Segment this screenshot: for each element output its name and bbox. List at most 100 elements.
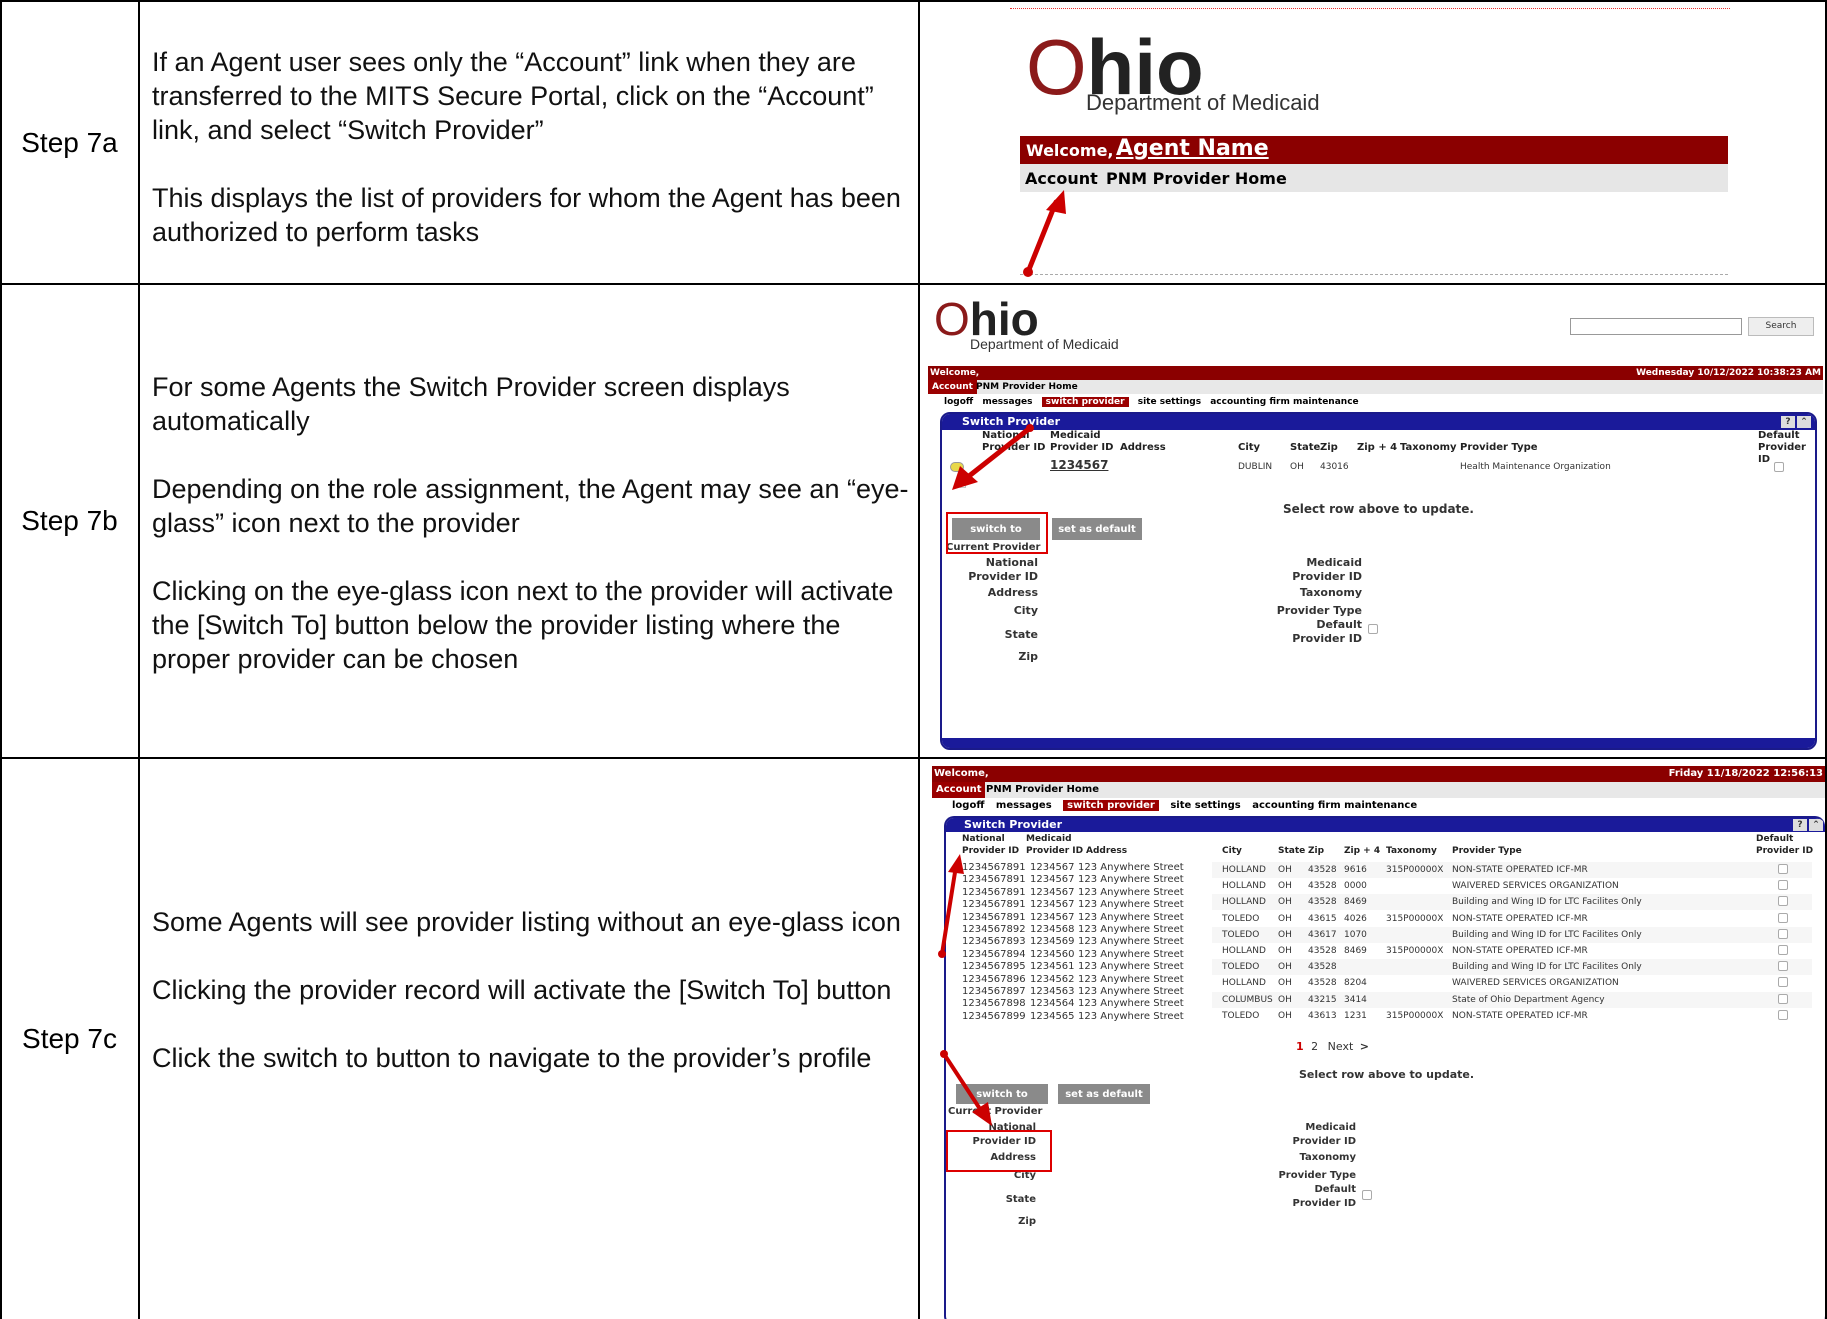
table-row[interactable]: TOLEDO OH 43528 Building and Wing ID for LT… [1212, 959, 1812, 976]
default-checkbox[interactable] [1778, 896, 1788, 907]
table-row[interactable]: TOLEDO OH 43613 1231 315P00000X NON-STATE OPE… [1212, 1007, 1812, 1024]
menu-messages[interactable]: messages [982, 397, 1032, 407]
help-icon[interactable]: ? [1793, 819, 1807, 831]
default-provider-checkbox[interactable] [1368, 624, 1378, 634]
table-row[interactable]: TOLEDO OH 43615 4026 315P00000X NON-STATE OPE… [1212, 910, 1812, 927]
welcome-text: Welcome, [930, 368, 980, 378]
table-row[interactable]: HOLLAND OH 43528 9616 315P00000X NON-STATE OP… [1212, 862, 1812, 878]
default-checkbox[interactable] [1778, 977, 1788, 988]
default-provider-checkbox[interactable] [1362, 1190, 1372, 1200]
table-border-middle [918, 0, 920, 1319]
table-row[interactable]: HOLLAND OH 43528 8469 315P00000X NON-STATE OP… [1212, 943, 1812, 959]
table-row[interactable]: HOLLAND OH 43528 8469 Building and Wing ID f… [1212, 894, 1812, 911]
left-listing-row[interactable]: 1234567899 1234565 123 Anywhere Street [960, 1011, 1212, 1023]
col-national: National Provider ID [962, 833, 1019, 857]
page-2-link[interactable]: 2 [1311, 1040, 1318, 1053]
left-listing-row[interactable]: 1234567895 1234561 123 Anywhere Street [960, 961, 1212, 973]
left-listing-row[interactable]: 1234567891 1234567 123 Anywhere Street [960, 887, 1212, 899]
label-address: Address [987, 586, 1038, 599]
cell-taxonomy: 315P00000X [1386, 913, 1444, 924]
table-row[interactable]: TOLEDO OH 43617 1070 Building and Wing ID fo… [1212, 926, 1812, 943]
cell-provider-type: NON-STATE OPERATED ICF-MR [1452, 913, 1588, 924]
cell-provider-type: WAIVERED SERVICES ORGANIZATION [1452, 881, 1619, 892]
default-checkbox[interactable] [1778, 880, 1788, 891]
account-link[interactable]: Account [932, 782, 986, 798]
pnm-provider-home-link[interactable]: PNM Provider Home [976, 380, 1078, 394]
set-as-default-button[interactable]: set as default [1052, 518, 1142, 540]
cell-city: DUBLIN [1238, 462, 1273, 472]
col-taxonomy: Taxonomy [1400, 442, 1457, 453]
table-row[interactable]: COLUMBUS OH 43215 3414 State of Ohio Departm… [1212, 991, 1812, 1008]
collapse-icon[interactable]: ⌃ [1809, 819, 1823, 831]
nav-bar: Account PNM Provider Home [932, 782, 1825, 798]
medicaid-id-link[interactable]: 1234567 [1050, 458, 1108, 472]
cell-zip: 43528 [1308, 881, 1337, 892]
cell-medicaid-id: 1234568 [1030, 924, 1075, 935]
default-checkbox[interactable] [1778, 1009, 1788, 1020]
search-button[interactable]: Search [1748, 317, 1814, 336]
page-1-link[interactable]: 1 [1296, 1040, 1304, 1053]
col-address: Address [1120, 442, 1166, 453]
table-row[interactable]: HOLLAND OH 43528 0000 WAIVERED SERVICES ORGA… [1212, 878, 1812, 895]
dashed-divider [1020, 274, 1728, 275]
default-checkbox[interactable] [1778, 864, 1788, 874]
menu-accounting-firm-maintenance[interactable]: accounting firm maintenance [1210, 397, 1358, 407]
default-checkbox[interactable] [1774, 462, 1784, 472]
cell-city: HOLLAND [1222, 946, 1266, 956]
default-checkbox[interactable] [1778, 961, 1788, 972]
switch-provider-panel: Switch Provider ? ⌃ National Provider ID … [940, 412, 1817, 750]
default-checkbox[interactable] [1778, 912, 1788, 923]
next-arrow-icon[interactable]: > [1360, 1040, 1369, 1053]
default-checkbox[interactable] [1778, 945, 1788, 955]
cell-provider-type: Building and Wing ID for LTC Facilites O… [1452, 929, 1642, 940]
next-link[interactable]: Next [1328, 1040, 1354, 1053]
left-listing-row[interactable]: 1234567896 1234562 123 Anywhere Street [960, 974, 1212, 986]
left-listing-row[interactable]: 1234567898 1234564 123 Anywhere Street [960, 998, 1212, 1010]
menu-logoff[interactable]: logoff [944, 397, 973, 407]
label-medicaid: Medicaid [1305, 1122, 1356, 1133]
table-row[interactable]: HOLLAND OH 43528 8204 WAIVERED SERVICES ORGA… [1212, 975, 1812, 992]
cell-medicaid-id: 1234567 [1030, 874, 1075, 886]
table-row[interactable]: 1234567 DUBLIN OH 43016 Health Maintenan… [942, 458, 1815, 476]
menu-site-settings[interactable]: site settings [1170, 800, 1240, 811]
left-listing-row[interactable]: 1234567891 1234567 123 Anywhere Street [960, 899, 1212, 911]
collapse-icon[interactable]: ⌃ [1797, 416, 1811, 428]
cell-city: TOLEDO [1222, 962, 1260, 973]
menu-switch-provider[interactable]: switch provider [1063, 800, 1159, 811]
description-paragraph: Click the switch to button to navigate t… [152, 1043, 872, 1073]
left-listing-row[interactable]: 1234567897 1234563 123 Anywhere Street [960, 986, 1212, 998]
cell-zip: 43615 [1308, 913, 1337, 924]
pagination: 1 2 Next > [1296, 1040, 1369, 1053]
pointer-arrow [1023, 190, 1066, 277]
pointer-arrow [938, 854, 964, 958]
left-listing-row[interactable]: 1234567891 1234567 123 Anywhere Street [960, 862, 1212, 874]
pnm-provider-home-link[interactable]: PNM Provider Home [986, 782, 1099, 798]
cell-address: 123 Anywhere Street [1078, 1010, 1184, 1022]
menu-logoff[interactable]: logoff [952, 800, 984, 811]
menu-messages[interactable]: messages [996, 800, 1052, 811]
left-listing-row[interactable]: 1234567892 1234568 123 Anywhere Street [960, 924, 1212, 936]
default-checkbox[interactable] [1778, 928, 1788, 939]
help-icon[interactable]: ? [1781, 416, 1795, 428]
search-input[interactable] [1570, 318, 1742, 335]
default-checkbox[interactable] [1778, 993, 1788, 1004]
left-listing-row[interactable]: 1234567894 1234560 123 Anywhere Street [960, 949, 1212, 961]
col-label: Default [1756, 834, 1794, 844]
pnm-provider-home-link[interactable]: PNM Provider Home [1106, 169, 1287, 188]
left-listing-row[interactable]: 1234567891 1234567 123 Anywhere Street [960, 874, 1212, 886]
col-label: Medicaid [1026, 834, 1072, 844]
table-border-top [0, 0, 1827, 2]
step-description: Some Agents will see provider listing wi… [152, 905, 912, 1075]
cell-state: OH [1278, 978, 1292, 989]
set-as-default-button[interactable]: set as default [1058, 1084, 1150, 1104]
left-listing-row[interactable]: 1234567891 1234567 123 Anywhere Street [960, 912, 1212, 924]
table-row-divider [0, 757, 1827, 759]
menu-switch-provider[interactable]: switch provider [1041, 397, 1129, 407]
menu-site-settings[interactable]: site settings [1138, 397, 1201, 407]
left-listing-row[interactable]: 1234567893 1234569 123 Anywhere Street [960, 936, 1212, 948]
account-link[interactable]: Account [928, 380, 977, 394]
department-name: Department of Medicaid [1086, 90, 1320, 115]
menu-accounting-firm-maintenance[interactable]: accounting firm maintenance [1252, 800, 1417, 811]
account-link[interactable]: Account [1025, 169, 1098, 188]
cell-zip4: 8469 [1344, 946, 1367, 956]
